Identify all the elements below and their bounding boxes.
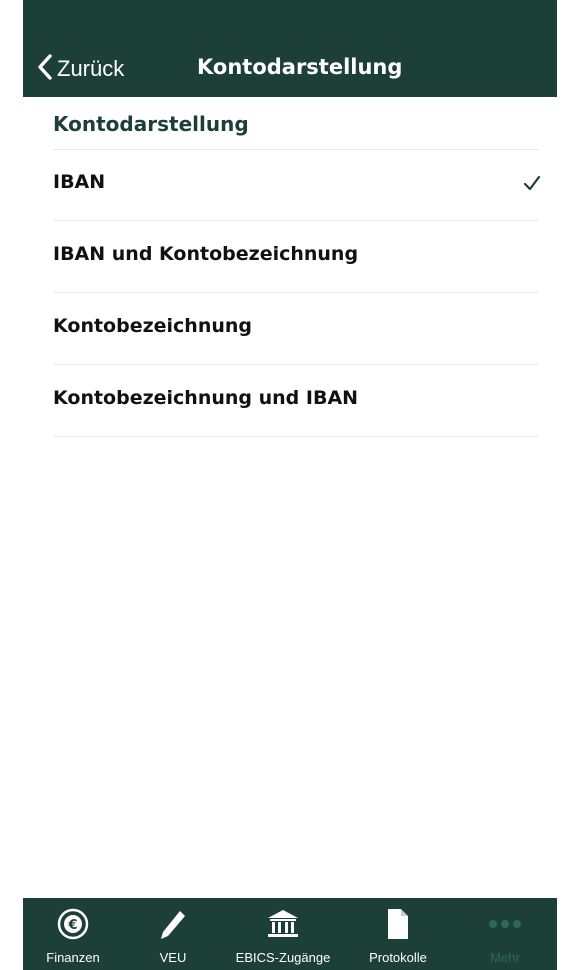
more-icon xyxy=(489,920,521,928)
euro-icon: € xyxy=(57,908,89,940)
app-screen: Zurück Kontodarstellung Kontodarstellung… xyxy=(23,0,557,970)
tab-label: Mehr xyxy=(490,950,520,965)
option-iban-und-kontobezeichnung[interactable]: IBAN und Kontobezeichnung xyxy=(23,221,557,293)
checkmark-icon xyxy=(523,175,541,191)
option-kontobezeichnung[interactable]: Kontobezeichnung xyxy=(23,293,557,365)
option-label: Kontobezeichnung xyxy=(53,315,253,337)
option-label: Kontobezeichnung und IBAN xyxy=(53,387,359,409)
back-button[interactable]: Zurück xyxy=(35,52,124,86)
tab-label: Finanzen xyxy=(46,950,100,965)
section-header: Kontodarstellung xyxy=(53,112,249,136)
tab-protokolle[interactable]: Protokolle xyxy=(343,898,453,970)
row-divider xyxy=(53,436,539,437)
tab-label: VEU xyxy=(159,950,187,965)
back-label: Zurück xyxy=(57,56,125,81)
tab-finanzen[interactable]: € Finanzen xyxy=(23,898,123,970)
tab-bar: € Finanzen VEU EBICS-Zugänge Protokolle … xyxy=(23,898,557,970)
chevron-left-icon xyxy=(35,53,55,85)
navigation-bar: Zurück Kontodarstellung xyxy=(23,0,557,97)
option-kontobezeichnung-und-iban[interactable]: Kontobezeichnung und IBAN xyxy=(23,365,557,437)
tab-ebics-zugaenge[interactable]: EBICS-Zugänge xyxy=(223,898,343,970)
svg-text:€: € xyxy=(67,918,77,933)
tab-label: Protokolle xyxy=(369,950,427,965)
document-icon xyxy=(388,909,408,939)
tab-veu[interactable]: VEU xyxy=(123,898,223,970)
page-title: Kontodarstellung xyxy=(197,55,403,79)
bank-icon xyxy=(268,910,298,937)
option-iban[interactable]: IBAN xyxy=(23,149,557,221)
tab-mehr[interactable]: Mehr xyxy=(453,898,557,970)
pen-icon xyxy=(161,911,185,939)
option-label: IBAN xyxy=(53,171,106,193)
tab-label: EBICS-Zugänge xyxy=(235,950,331,965)
option-label: IBAN und Kontobezeichnung xyxy=(53,243,359,265)
